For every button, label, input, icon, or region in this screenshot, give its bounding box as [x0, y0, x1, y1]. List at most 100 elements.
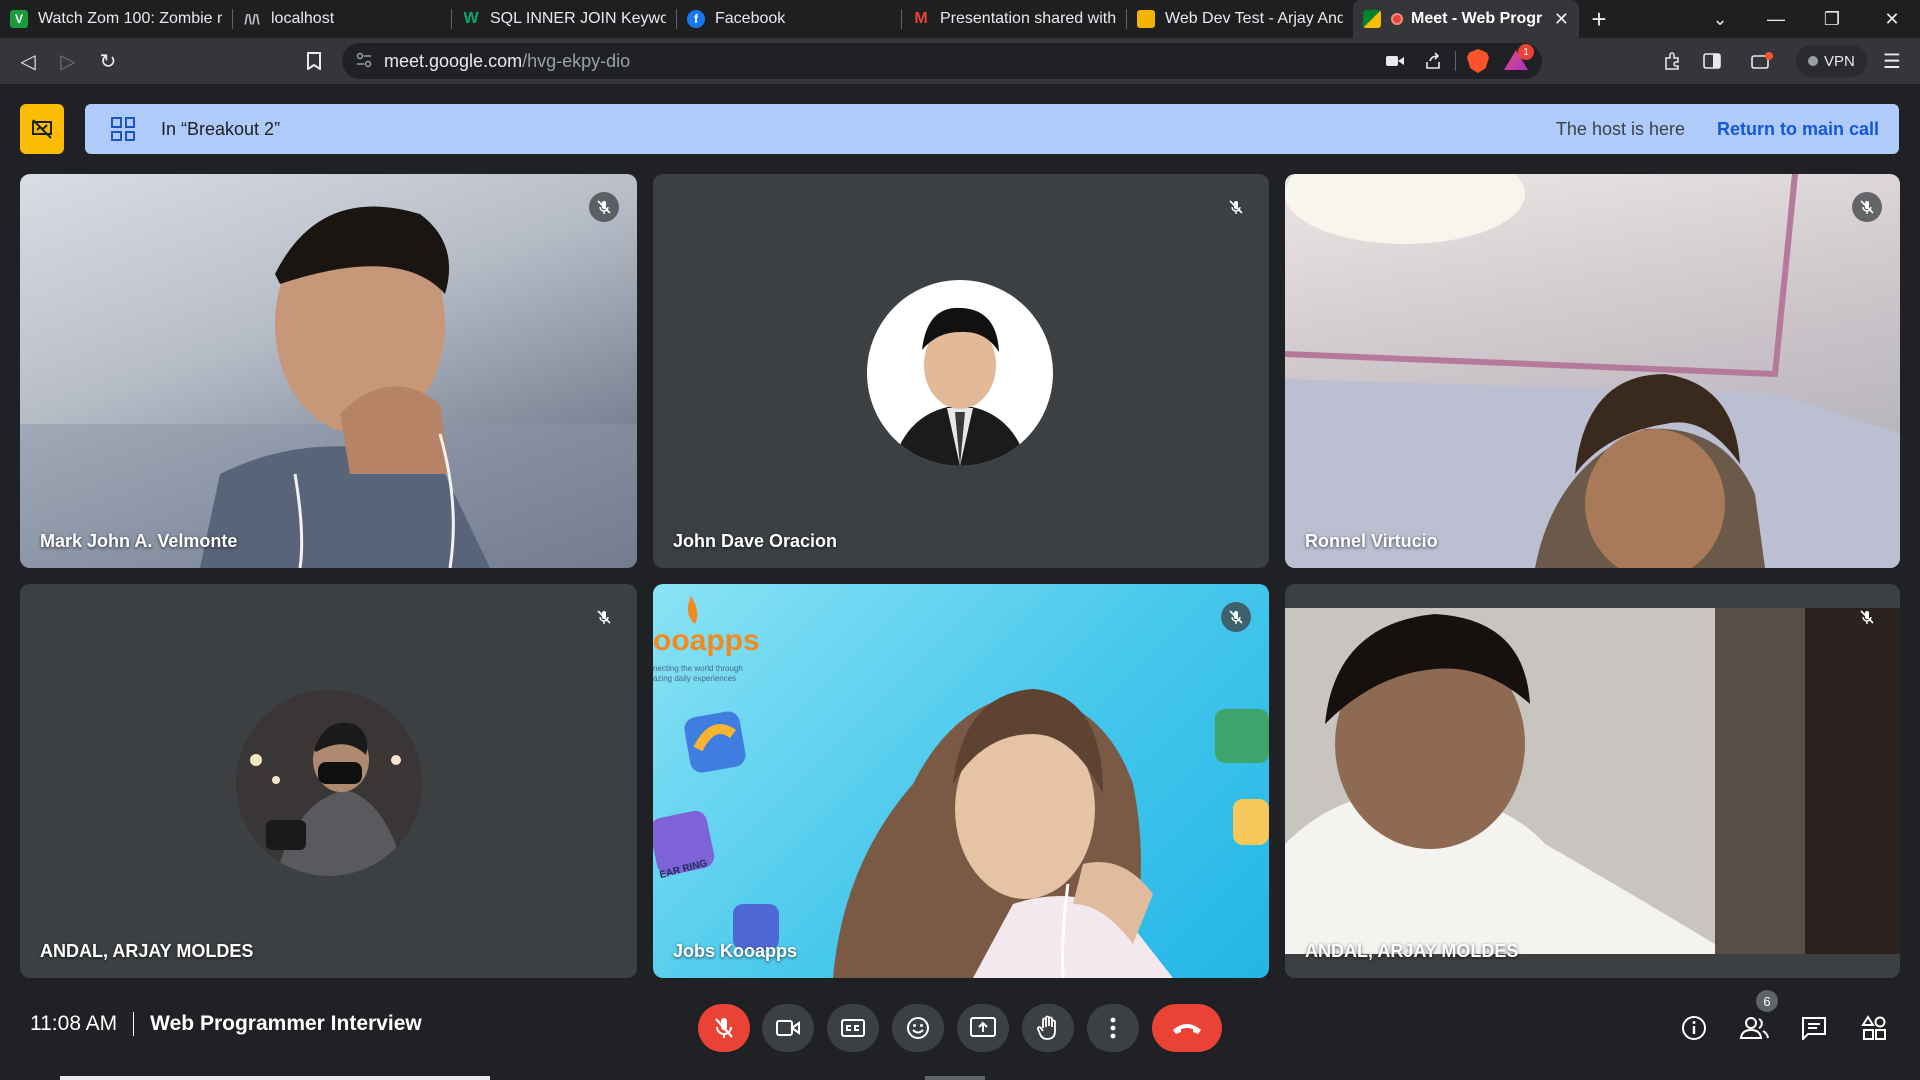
url-path: /hvg-ekpy-dio [522, 50, 631, 71]
background-tagline-text: azing daily experiences [653, 674, 737, 683]
vpn-label: VPN [1824, 52, 1855, 70]
muted-mic-icon [589, 602, 619, 632]
tab-title: Meet - Web Progra [1411, 10, 1542, 27]
bottom-scroll-indicator [925, 1076, 985, 1080]
meeting-time: 11:08 AM [30, 1012, 118, 1035]
participant-tile[interactable]: Ronnel Virtucio [1285, 174, 1900, 568]
emoji-icon [907, 1017, 929, 1039]
closed-captions-icon [841, 1019, 865, 1037]
w3schools-icon: W [463, 10, 479, 27]
participant-name: Ronnel Virtucio [1305, 531, 1438, 551]
return-to-main-call-button[interactable]: Return to main call [1717, 119, 1879, 140]
more-options-button[interactable] [1087, 1004, 1139, 1052]
muted-mic-icon [1852, 602, 1882, 632]
restore-button[interactable]: ❐ [1804, 0, 1860, 38]
site-info-icon[interactable] [356, 52, 372, 70]
chat-button[interactable] [1794, 1008, 1834, 1048]
info-icon [1682, 1016, 1706, 1040]
sidebar-icon[interactable] [1692, 41, 1732, 81]
activities-icon [1861, 1015, 1886, 1040]
brave-rewards-icon[interactable]: 1 [1500, 44, 1534, 76]
back-button[interactable]: ◁ [8, 41, 48, 81]
tab-title: localhost [271, 10, 335, 27]
camera-icon [776, 1020, 800, 1036]
participant-tile[interactable]: ooapps necting the world through azing d… [653, 584, 1269, 978]
microphone-toggle-button[interactable] [698, 1004, 750, 1052]
localhost-icon: /\/\ [244, 11, 260, 27]
minimize-button[interactable]: — [1748, 0, 1804, 38]
bottom-scroll-indicator [60, 1076, 490, 1080]
address-bar[interactable]: meet.google.com/hvg-ekpy-dio 1 [342, 43, 1542, 79]
meeting-details: 11:08 AM Web Programmer Interview [30, 1012, 422, 1036]
participant-avatar [236, 690, 422, 876]
close-window-button[interactable]: ✕ [1864, 0, 1920, 38]
vidio-icon: V [10, 10, 28, 28]
tab-localhost[interactable]: /\/\ localhost [233, 0, 451, 38]
background-tagline-text: necting the world through [653, 664, 743, 673]
participant-avatar [867, 280, 1053, 466]
presenting-slides-icon [32, 119, 52, 139]
participant-video [1285, 608, 1900, 978]
facebook-icon: f [687, 10, 705, 28]
brave-shields-icon[interactable] [1462, 46, 1494, 76]
bookmark-icon[interactable] [294, 41, 334, 81]
participant-video [1285, 174, 1900, 568]
activities-button[interactable] [1854, 1008, 1894, 1048]
tab-gmail[interactable]: M Presentation shared with y [902, 0, 1126, 38]
meeting-details-button[interactable] [1674, 1008, 1714, 1048]
camera-in-use-icon[interactable] [1379, 46, 1411, 76]
wallet-icon[interactable] [1742, 41, 1782, 81]
participant-name: Jobs Kooapps [673, 941, 798, 961]
breakout-banner: In “Breakout 2” The host is here Return … [85, 104, 1899, 154]
presentation-indicator[interactable] [20, 104, 64, 154]
tab-strip: V Watch Zom 100: Zombie ni /\/\ localhos… [0, 0, 1920, 38]
url-text: meet.google.com/hvg-ekpy-dio [384, 51, 630, 72]
share-icon[interactable] [1417, 46, 1449, 76]
tab-w3schools[interactable]: W SQL INNER JOIN Keyword [452, 0, 676, 38]
divider [133, 1012, 135, 1036]
tab-facebook[interactable]: f Facebook [677, 0, 901, 38]
extensions-icon[interactable] [1652, 41, 1692, 81]
participant-name: Mark John A. Velmonte [40, 531, 238, 551]
participant-tile[interactable]: Mark John A. Velmonte [20, 174, 637, 568]
raise-hand-button[interactable] [1022, 1004, 1074, 1052]
participant-name: ANDAL, ARJAY MOLDES [40, 941, 254, 961]
participant-tile[interactable]: ANDAL, ARJAY MOLDES [20, 584, 637, 978]
tab-slides[interactable]: Web Dev Test - Arjay Anda [1127, 0, 1353, 38]
mic-off-icon [715, 1018, 733, 1038]
muted-mic-icon [1852, 192, 1882, 222]
tab-title: SQL INNER JOIN Keyword [490, 10, 666, 27]
muted-mic-icon [589, 192, 619, 222]
browser-toolbar: ◁ ▷ ↻ meet.google.com/hvg-ekpy-dio 1 VPN… [0, 38, 1920, 84]
participant-tile[interactable]: John Dave Oracion [653, 174, 1269, 568]
tab-title: Presentation shared with y [940, 10, 1116, 27]
reload-button[interactable]: ↻ [88, 41, 128, 81]
chat-icon [1802, 1017, 1826, 1040]
tab-search-chevron-icon[interactable]: ⌄ [1692, 0, 1748, 38]
present-screen-button[interactable] [957, 1004, 1009, 1052]
new-tab-button[interactable]: + [1579, 0, 1619, 38]
people-button[interactable] [1734, 1008, 1774, 1048]
reactions-button[interactable] [892, 1004, 944, 1052]
participant-tile[interactable]: ANDAL, ARJAY MOLDES [1285, 584, 1900, 978]
leave-call-button[interactable] [1152, 1004, 1222, 1052]
captions-button[interactable] [827, 1004, 879, 1052]
breakout-rooms-icon [111, 117, 135, 141]
menu-icon[interactable]: ☰ [1872, 41, 1912, 81]
muted-mic-icon [1221, 602, 1251, 632]
camera-toggle-button[interactable] [762, 1004, 814, 1052]
hand-icon [1037, 1015, 1056, 1040]
forward-button[interactable]: ▷ [48, 41, 88, 81]
vpn-button[interactable]: VPN [1796, 45, 1867, 77]
participant-name: ANDAL, ARJAY MOLDES [1305, 941, 1519, 961]
people-icon [1739, 1017, 1769, 1039]
url-host: meet.google.com [384, 50, 523, 71]
close-tab-icon[interactable]: ✕ [1554, 9, 1569, 30]
vpn-status-icon [1808, 56, 1818, 66]
rewards-badge: 1 [1518, 44, 1534, 60]
tab-vidio[interactable]: V Watch Zom 100: Zombie ni [0, 0, 232, 38]
tab-meet-active[interactable]: Meet - Web Progra ✕ [1353, 0, 1579, 38]
end-call-icon [1173, 1024, 1201, 1034]
tab-title: Web Dev Test - Arjay Anda [1165, 10, 1343, 27]
muted-mic-icon [1221, 192, 1251, 222]
